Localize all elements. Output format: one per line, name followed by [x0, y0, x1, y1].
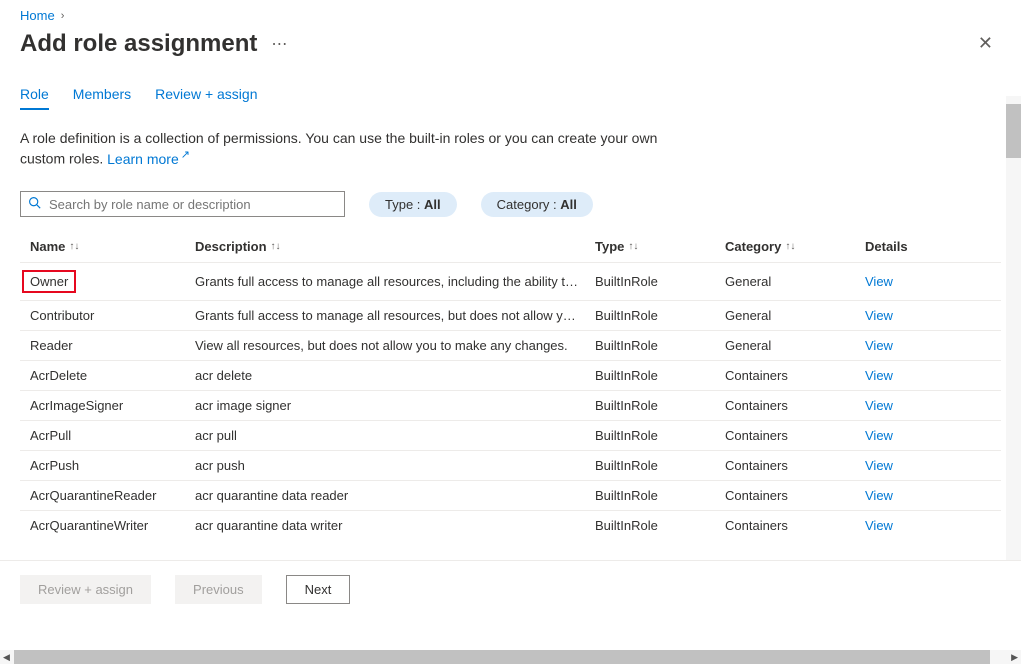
role-name: AcrPush [30, 458, 195, 473]
sort-icon: ↑↓ [69, 242, 79, 252]
sort-icon: ↑↓ [785, 242, 795, 252]
scrollbar-vertical[interactable] [1006, 96, 1021, 576]
role-category: General [725, 274, 865, 289]
table-row[interactable]: OwnerGrants full access to manage all re… [20, 262, 1001, 300]
breadcrumb: Home › [20, 8, 1001, 23]
external-link-icon: ↗ [181, 149, 190, 161]
search-input[interactable] [20, 191, 345, 217]
view-details-link[interactable]: View [865, 518, 893, 533]
role-type: BuiltInRole [595, 458, 725, 473]
table-header: Name ↑↓ Description ↑↓ Type ↑↓ Category … [20, 231, 1001, 262]
learn-more-link[interactable]: Learn more↗ [107, 151, 190, 167]
view-details-link[interactable]: View [865, 308, 893, 323]
role-category: Containers [725, 488, 865, 503]
view-details-link[interactable]: View [865, 368, 893, 383]
table-row[interactable]: AcrImageSigneracr image signerBuiltInRol… [20, 390, 1001, 420]
role-type: BuiltInRole [595, 338, 725, 353]
chevron-right-icon: › [61, 10, 65, 22]
role-description: acr push [195, 458, 595, 473]
role-type: BuiltInRole [595, 428, 725, 443]
role-description: View all resources, but does not allow y… [195, 338, 595, 353]
column-category[interactable]: Category ↑↓ [725, 239, 865, 254]
column-type[interactable]: Type ↑↓ [595, 239, 725, 254]
table-row[interactable]: AcrDeleteacr deleteBuiltInRoleContainers… [20, 360, 1001, 390]
search-icon [28, 196, 41, 212]
sort-icon: ↑↓ [271, 242, 281, 252]
role-category: Containers [725, 368, 865, 383]
tab-review-assign[interactable]: Review + assign [155, 86, 257, 110]
role-type: BuiltInRole [595, 398, 725, 413]
view-details-link[interactable]: View [865, 428, 893, 443]
roles-table: Name ↑↓ Description ↑↓ Type ↑↓ Category … [20, 231, 1001, 540]
table-row[interactable]: AcrPullacr pullBuiltInRoleContainersView [20, 420, 1001, 450]
review-assign-button: Review + assign [20, 575, 151, 604]
view-details-link[interactable]: View [865, 274, 893, 289]
table-row[interactable]: AcrPushacr pushBuiltInRoleContainersView [20, 450, 1001, 480]
role-category: General [725, 308, 865, 323]
role-name: Owner [30, 270, 195, 293]
role-description: acr quarantine data reader [195, 488, 595, 503]
breadcrumb-home[interactable]: Home [20, 8, 55, 23]
role-type: BuiltInRole [595, 488, 725, 503]
page-title: Add role assignment [20, 30, 257, 58]
column-details: Details [865, 239, 965, 254]
scroll-right-arrow-icon[interactable]: ▶ [1011, 652, 1018, 663]
close-icon: ✕ [978, 33, 993, 53]
role-description: acr delete [195, 368, 595, 383]
table-row[interactable]: ReaderView all resources, but does not a… [20, 330, 1001, 360]
role-type: BuiltInRole [595, 518, 725, 533]
more-options-icon[interactable]: ⋯ [271, 34, 289, 54]
tab-role[interactable]: Role [20, 86, 49, 110]
role-type: BuiltInRole [595, 274, 725, 289]
role-name: AcrQuarantineReader [30, 488, 195, 503]
role-category: Containers [725, 458, 865, 473]
previous-button: Previous [175, 575, 262, 604]
scroll-left-arrow-icon[interactable]: ◀ [3, 652, 10, 663]
column-description[interactable]: Description ↑↓ [195, 239, 595, 254]
scrollbar-vertical-thumb[interactable] [1006, 104, 1021, 158]
footer-bar: Review + assign Previous Next [0, 560, 1021, 604]
role-name: AcrDelete [30, 368, 195, 383]
role-name: AcrImageSigner [30, 398, 195, 413]
role-description: acr pull [195, 428, 595, 443]
search-input-wrap [20, 191, 345, 217]
sort-icon: ↑↓ [628, 242, 638, 252]
filter-category[interactable]: Category : All [481, 192, 593, 217]
role-name: AcrQuarantineWriter [30, 518, 195, 533]
view-details-link[interactable]: View [865, 488, 893, 503]
role-type: BuiltInRole [595, 308, 725, 323]
role-type: BuiltInRole [595, 368, 725, 383]
next-button[interactable]: Next [286, 575, 351, 604]
role-category: Containers [725, 428, 865, 443]
view-details-link[interactable]: View [865, 398, 893, 413]
tab-bar: Role Members Review + assign [20, 86, 1001, 110]
role-description: Grants full access to manage all resourc… [195, 274, 595, 289]
role-name: Contributor [30, 308, 195, 323]
table-row[interactable]: AcrQuarantineWriteracr quarantine data w… [20, 510, 1001, 540]
table-row[interactable]: AcrQuarantineReaderacr quarantine data r… [20, 480, 1001, 510]
view-details-link[interactable]: View [865, 458, 893, 473]
scrollbar-horizontal-thumb[interactable] [14, 650, 990, 664]
role-description: acr quarantine data writer [195, 518, 595, 533]
filter-type[interactable]: Type : All [369, 192, 457, 217]
role-category: Containers [725, 398, 865, 413]
role-category: General [725, 338, 865, 353]
column-name[interactable]: Name ↑↓ [30, 239, 195, 254]
description-text: A role definition is a collection of per… [20, 128, 660, 169]
tab-members[interactable]: Members [73, 86, 131, 110]
role-name: Reader [30, 338, 195, 353]
role-description: Grants full access to manage all resourc… [195, 308, 595, 323]
role-description: acr image signer [195, 398, 595, 413]
role-category: Containers [725, 518, 865, 533]
view-details-link[interactable]: View [865, 338, 893, 353]
role-name: AcrPull [30, 428, 195, 443]
close-button[interactable]: ✕ [970, 29, 1001, 58]
table-row[interactable]: ContributorGrants full access to manage … [20, 300, 1001, 330]
